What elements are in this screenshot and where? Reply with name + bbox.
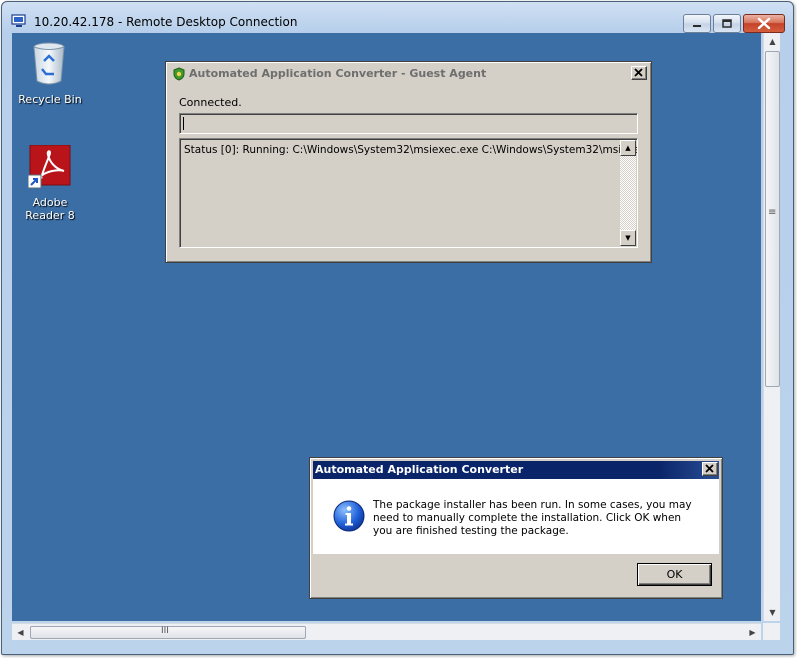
guest-agent-titlebar[interactable]: Automated Application Converter - Guest … xyxy=(169,65,648,83)
adobe-reader-icon xyxy=(28,145,71,189)
size-grip[interactable] xyxy=(763,623,780,640)
close-icon xyxy=(705,464,714,473)
vertical-grip: ≡ xyxy=(768,207,777,218)
rdp-titlebar[interactable]: 10.20.42.178 - Remote Desktop Connection xyxy=(2,2,793,34)
horizontal-scroll-thumb[interactable]: III xyxy=(30,626,306,639)
adobe-reader-label: Adobe Reader 8 xyxy=(25,196,75,222)
scroll-right-button[interactable]: ▶ xyxy=(744,624,761,641)
scroll-down-button[interactable]: ▼ xyxy=(764,604,781,621)
message-dialog: Automated Application Converter The pack… xyxy=(309,457,723,599)
maximize-button[interactable] xyxy=(713,14,741,33)
text-caret xyxy=(183,117,184,130)
vertical-scrollbar[interactable]: ▲ ≡ ▼ xyxy=(763,33,780,621)
progress-field[interactable] xyxy=(179,113,638,134)
window-title: 10.20.42.178 - Remote Desktop Connection xyxy=(34,15,298,29)
scroll-left-button[interactable]: ◀ xyxy=(12,624,29,641)
ok-button[interactable]: OK xyxy=(637,563,712,586)
close-icon xyxy=(757,17,771,30)
window-close-button[interactable] xyxy=(743,14,785,33)
message-dialog-close-button[interactable] xyxy=(702,462,718,476)
log-scroll-down-button[interactable]: ▼ xyxy=(620,230,636,246)
guest-agent-dialog: Automated Application Converter - Guest … xyxy=(165,61,652,263)
minimize-button[interactable] xyxy=(683,14,711,33)
remote-desktop-area[interactable]: Recycle Bin Adobe Reader 8 Automated App… xyxy=(12,33,761,621)
message-dialog-title: Automated Application Converter xyxy=(315,463,524,476)
close-icon xyxy=(634,68,643,77)
status-log-line: Status [0]: Running: C:\Windows\System32… xyxy=(184,144,638,156)
vertical-scroll-thumb[interactable]: ≡ xyxy=(765,51,780,387)
message-dialog-titlebar[interactable]: Automated Application Converter xyxy=(313,461,719,479)
horizontal-grip: III xyxy=(161,626,169,636)
message-text: The package installer has been run. In s… xyxy=(373,499,692,537)
log-scroll-up-button[interactable]: ▲ xyxy=(620,140,636,156)
shield-icon xyxy=(173,67,185,81)
connection-status: Connected. xyxy=(179,96,242,109)
status-log[interactable]: Status [0]: Running: C:\Windows\System32… xyxy=(179,138,638,248)
horizontal-scrollbar[interactable]: ◀ III ▶ xyxy=(12,623,761,640)
guest-agent-close-button[interactable] xyxy=(631,66,647,80)
message-body: The package installer has been run. In s… xyxy=(313,479,719,554)
minimize-icon xyxy=(693,25,701,27)
info-icon xyxy=(333,500,365,532)
scroll-up-button[interactable]: ▲ xyxy=(764,33,781,50)
desktop-icon-adobe-reader[interactable]: Adobe Reader 8 xyxy=(12,33,88,223)
guest-agent-title: Automated Application Converter - Guest … xyxy=(189,67,487,80)
maximize-icon xyxy=(722,19,732,28)
status-log-scrollbar[interactable]: ▲ ▼ xyxy=(620,140,636,246)
remote-desktop-icon xyxy=(11,14,26,27)
